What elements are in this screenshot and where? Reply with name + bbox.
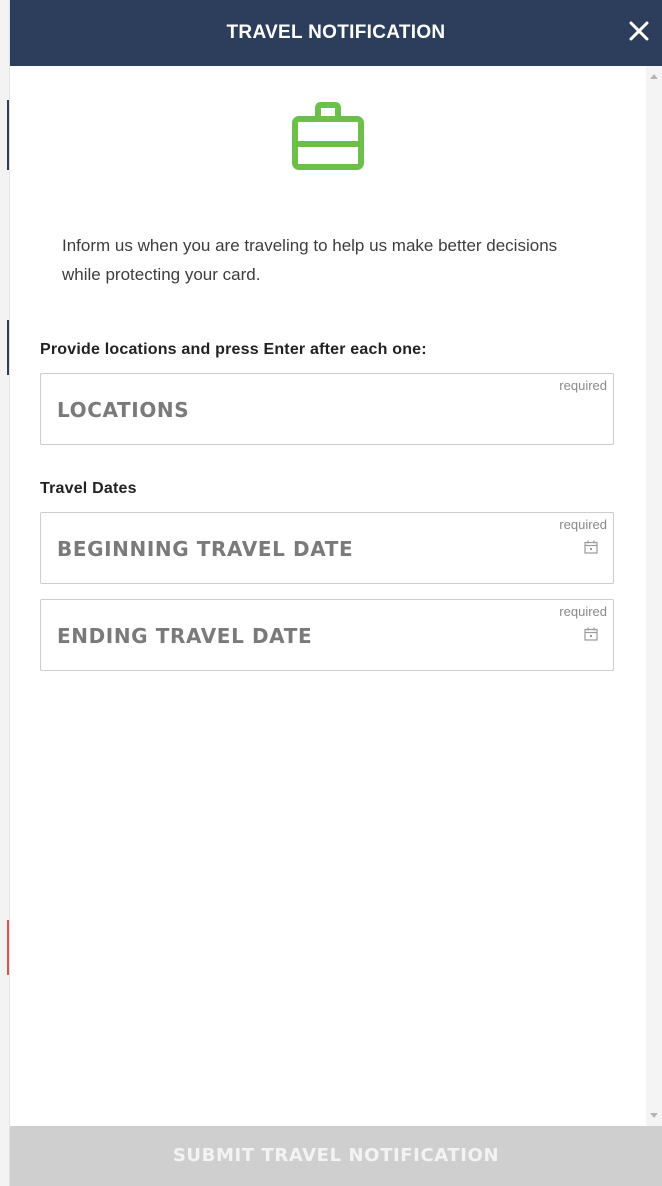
calendar-icon[interactable] [584,627,598,641]
required-indicator: required [559,378,607,393]
modal-header: TRAVEL NOTIFICATION [10,0,662,66]
ending-date-input[interactable] [57,620,527,652]
close-button[interactable] [626,18,652,44]
background-page-edge [0,0,10,1186]
modal-title: TRAVEL NOTIFICATION [226,22,446,43]
beginning-date-input[interactable] [57,533,527,565]
required-indicator: required [559,604,607,619]
briefcase-icon [292,102,364,170]
background-accent-navy-lower [7,320,9,375]
submit-travel-notification-button[interactable]: SUBMIT TRAVEL NOTIFICATION [10,1126,662,1186]
travel-dates-label: Travel Dates [40,480,137,497]
locations-label: Provide locations and press Enter after … [40,341,427,358]
travel-notification-modal: TRAVEL NOTIFICATION Inform us when you a… [0,0,662,1186]
background-accent-navy [7,100,9,170]
locations-input[interactable] [57,394,527,426]
ending-date-field[interactable]: required [40,599,614,671]
scroll-down-arrow[interactable] [650,1113,658,1118]
close-icon [629,21,649,41]
scrollbar[interactable] [646,66,662,1126]
intro-text: Inform us when you are traveling to help… [62,236,558,284]
required-indicator: required [559,517,607,532]
background-accent-red [7,920,9,975]
scroll-up-arrow[interactable] [650,74,658,79]
calendar-icon[interactable] [584,540,598,554]
locations-field[interactable]: required [40,373,614,445]
beginning-date-field[interactable]: required [40,512,614,584]
